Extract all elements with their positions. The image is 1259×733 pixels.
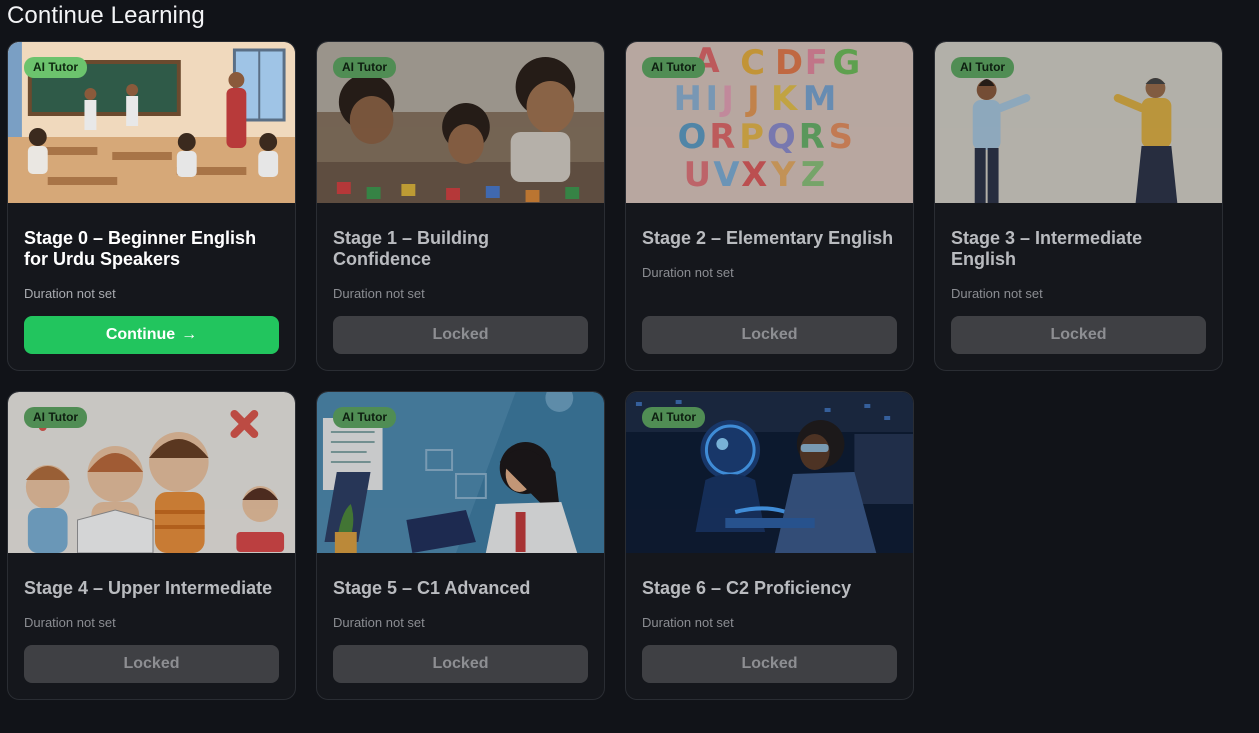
course-duration: Duration not set: [951, 286, 1043, 301]
svg-text:X: X: [741, 155, 767, 194]
robot-and-student: AI Tutor: [626, 392, 913, 553]
course-duration: Duration not set: [642, 615, 734, 630]
svg-text:J: J: [745, 79, 760, 118]
svg-text:I: I: [705, 79, 718, 118]
course-card-stage-6[interactable]: AI Tutor Stage 6 – C2 Proficiency Durati…: [625, 391, 914, 700]
ai-tutor-badge: AI Tutor: [24, 57, 88, 78]
course-duration: Duration not set: [642, 265, 734, 280]
svg-text:Z: Z: [801, 155, 825, 194]
course-title: Stage 6 – C2 Proficiency: [642, 578, 852, 598]
continue-button[interactable]: Continue →: [24, 316, 279, 354]
alphabet-letters: A C D F G H I J J K M O R P Q R S U V X …: [626, 42, 913, 203]
woman-at-laptop: AI Tutor: [317, 392, 604, 553]
ai-tutor-badge: AI Tutor: [951, 57, 1015, 78]
kids-reading-cartoon: AI Tutor: [8, 392, 295, 553]
ai-tutor-badge: AI Tutor: [333, 407, 397, 428]
course-title: Stage 0 – Beginner English for Urdu Spea…: [24, 228, 257, 269]
ai-tutor-badge: AI Tutor: [642, 407, 706, 428]
svg-text:R: R: [799, 117, 825, 156]
course-duration: Duration not set: [24, 286, 116, 301]
svg-text:C: C: [740, 43, 765, 82]
course-card-stage-2[interactable]: A C D F G H I J J K M O R P Q R S U V X …: [625, 41, 914, 371]
svg-text:M: M: [803, 79, 837, 118]
locked-button[interactable]: Locked: [24, 645, 279, 683]
continue-label: Continue: [105, 326, 176, 343]
course-duration: Duration not set: [333, 286, 425, 301]
locked-button[interactable]: Locked: [642, 316, 897, 354]
course-duration: Duration not set: [24, 615, 116, 630]
svg-text:D: D: [775, 43, 803, 82]
svg-text:Q: Q: [767, 117, 796, 156]
children-playing-blocks: AI Tutor: [317, 42, 604, 203]
locked-button[interactable]: Locked: [642, 645, 897, 683]
course-card-stage-3[interactable]: AI Tutor Stage 3 – Intermediate English …: [934, 41, 1223, 371]
ai-tutor-badge: AI Tutor: [24, 407, 88, 428]
page-title: Continue Learning: [7, 2, 205, 29]
course-title: Stage 4 – Upper Intermediate: [24, 578, 273, 598]
locked-button[interactable]: Locked: [333, 645, 588, 683]
course-title: Stage 5 – C1 Advanced: [333, 578, 531, 598]
svg-text:O: O: [678, 117, 707, 156]
course-title: Stage 3 – Intermediate English: [951, 228, 1143, 269]
svg-text:V: V: [713, 155, 740, 194]
course-card-stage-1[interactable]: AI Tutor Stage 1 – Building Confidence D…: [316, 41, 605, 371]
svg-text:S: S: [829, 117, 853, 156]
course-duration: Duration not set: [333, 615, 425, 630]
ai-tutor-badge: AI Tutor: [642, 57, 706, 78]
svg-text:U: U: [684, 155, 711, 194]
course-grid: AI Tutor Stage 0 – Beginner English for …: [7, 41, 1223, 721]
svg-text:R: R: [709, 117, 735, 156]
course-card-stage-5[interactable]: AI Tutor Stage 5 – C1 Advanced Duration …: [316, 391, 605, 700]
locked-button[interactable]: Locked: [333, 316, 588, 354]
course-card-stage-0[interactable]: AI Tutor Stage 0 – Beginner English for …: [7, 41, 296, 371]
svg-text:H: H: [674, 79, 702, 118]
locked-button[interactable]: Locked: [951, 316, 1206, 354]
two-people-conversation: AI Tutor: [935, 42, 1222, 203]
svg-text:J: J: [719, 79, 734, 118]
svg-text:P: P: [739, 117, 764, 156]
svg-text:Y: Y: [770, 155, 796, 194]
svg-text:K: K: [771, 79, 799, 118]
classroom-illustration: AI Tutor: [8, 42, 295, 203]
course-title: Stage 2 – Elementary English: [642, 228, 894, 248]
svg-text:G: G: [833, 43, 861, 82]
course-title: Stage 1 – Building Confidence: [333, 228, 490, 269]
arrow-right-icon: →: [181, 326, 198, 343]
ai-tutor-badge: AI Tutor: [333, 57, 397, 78]
course-card-stage-4[interactable]: AI Tutor Stage 4 – Upper Intermediate Du…: [7, 391, 296, 700]
svg-text:F: F: [805, 43, 828, 82]
